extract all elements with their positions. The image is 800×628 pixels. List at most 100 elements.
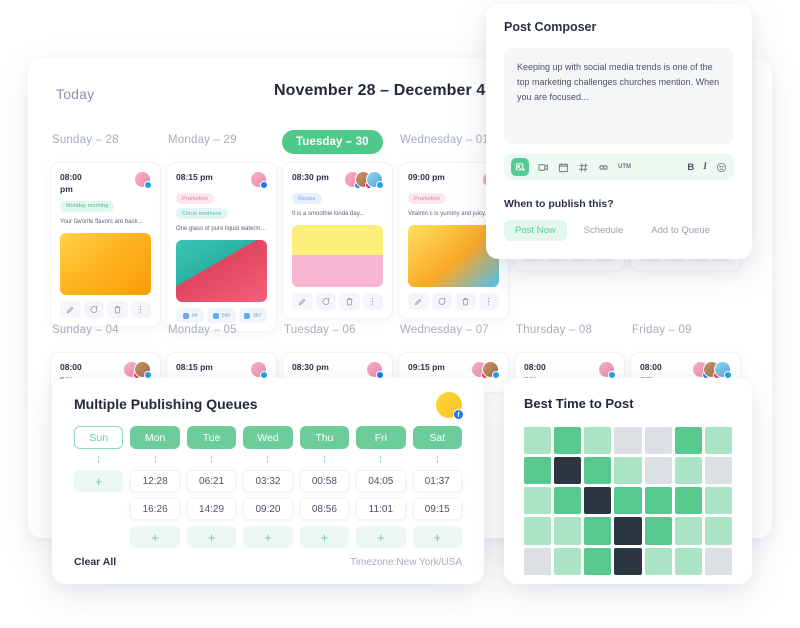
avatar[interactable] [482,361,500,379]
day-label[interactable]: Friday – 09 [630,320,694,348]
day-header[interactable]: Tuesday – 06 [282,320,397,350]
queue-day-sun[interactable]: Sun [74,426,124,449]
queue-add-time-button[interactable]: + [299,526,350,548]
avatar[interactable] [366,171,384,189]
heatmap-cell[interactable] [674,517,702,545]
queue-time-slot[interactable]: 14:29 [186,498,237,520]
day-header[interactable]: Thursday – 08 [514,320,629,350]
heatmap-cell[interactable] [704,547,732,575]
heatmap-cell[interactable] [614,517,642,545]
heatmap-cell[interactable] [584,517,612,545]
queue-add-time-button[interactable]: + [186,526,237,548]
day-label[interactable]: Wednesday – 07 [398,320,491,348]
heatmap-cell[interactable] [584,457,612,485]
queue-time-slot[interactable]: 03:32 [243,470,293,492]
queue-add-time-button[interactable]: + [74,470,124,492]
day-label[interactable]: Sunday – 04 [50,320,121,348]
day-header[interactable]: Sunday – 28 [50,130,165,160]
utm-icon[interactable]: UTM [618,164,631,170]
heatmap-cell[interactable] [674,457,702,485]
avatar[interactable] [250,361,268,379]
heatmap-cell[interactable] [554,427,582,455]
heatmap-cell[interactable] [704,487,732,515]
emoji-icon[interactable] [716,162,727,173]
heatmap-cell[interactable] [524,457,552,485]
queue-time-slot[interactable]: 00:58 [299,470,350,492]
avatar[interactable] [366,361,384,379]
queue-time-slot[interactable]: 09:15 [412,498,462,520]
queue-day-tue[interactable]: Tue [186,426,237,449]
heatmap-cell[interactable] [584,547,612,575]
heatmap-cell[interactable] [554,517,582,545]
queue-add-time-button[interactable]: + [130,526,180,548]
comment-icon[interactable] [83,300,104,318]
heatmap-cell[interactable] [644,427,672,455]
day-header[interactable]: Sunday – 04 [50,320,165,350]
edit-icon[interactable] [60,300,81,318]
day-header[interactable]: Monday – 05 [166,320,281,350]
avatar[interactable] [714,361,732,379]
heatmap-cell[interactable] [524,517,552,545]
queue-day-wed[interactable]: Wed [243,426,293,449]
italic-button[interactable]: I [703,162,707,172]
day-label[interactable]: Tuesday – 30 [282,130,383,154]
day-label[interactable]: Monday – 29 [166,130,239,158]
composer-textarea[interactable]: Keeping up with social media trends is o… [504,48,734,144]
heatmap-cell[interactable] [524,427,552,455]
heatmap-cell[interactable] [614,427,642,455]
comment-icon[interactable] [315,293,336,310]
more-options-icon[interactable] [130,300,151,318]
queue-day-thu[interactable]: Thu [299,426,350,449]
avatar[interactable] [250,171,268,189]
day-header[interactable]: Wednesday – 07 [398,320,513,350]
post-card[interactable]: 08:15 pm Promotion Citrus madness One glas… [166,162,277,332]
avatar[interactable] [134,361,152,379]
heatmap-cell[interactable] [584,427,612,455]
queue-add-time-button[interactable]: + [412,526,462,548]
clear-all-button[interactable]: Clear All [74,556,116,568]
day-label[interactable]: Tuesday – 06 [282,320,358,348]
more-options-icon[interactable] [362,293,383,310]
queue-time-slot[interactable]: 16:26 [130,498,180,520]
day-label[interactable]: Sunday – 28 [50,130,121,158]
queue-time-slot[interactable]: 08:56 [299,498,350,520]
queue-day-mon[interactable]: Mon [130,426,180,449]
post-tag[interactable]: Promotion [176,193,214,204]
delete-icon[interactable] [107,300,128,318]
queue-time-slot[interactable]: 09:20 [243,498,293,520]
post-tag[interactable]: Monday morning [60,200,115,212]
day-label[interactable]: Monday – 05 [166,320,239,348]
heatmap-cell[interactable] [644,547,672,575]
video-icon[interactable] [538,162,549,173]
publish-option[interactable]: Add to Queue [640,220,721,241]
heatmap-cell[interactable] [584,487,612,515]
image-icon[interactable] [511,158,529,176]
post-tag[interactable]: Promotion [408,193,446,204]
heatmap-cell[interactable] [704,457,732,485]
hashtag-icon[interactable] [578,162,589,173]
heatmap-cell[interactable] [644,487,672,515]
delete-icon[interactable] [455,293,476,310]
heatmap-cell[interactable] [704,517,732,545]
heatmap-cell[interactable] [704,427,732,455]
heatmap-cell[interactable] [614,487,642,515]
heatmap-cell[interactable] [554,487,582,515]
calendar-icon[interactable] [558,162,569,173]
heatmap-cell[interactable] [554,547,582,575]
heatmap-cell[interactable] [644,457,672,485]
queue-add-time-button[interactable]: + [356,526,406,548]
edit-icon[interactable] [292,293,313,310]
queue-time-slot[interactable]: 04:05 [356,470,406,492]
publish-option[interactable]: Post Now [504,220,567,241]
publish-option[interactable]: Schedule [573,220,635,241]
delete-icon[interactable] [339,293,360,310]
link-icon[interactable] [598,162,609,173]
queue-time-slot[interactable]: 11:01 [356,498,406,520]
queue-add-time-button[interactable]: + [243,526,293,548]
day-header[interactable]: Friday – 09 [630,320,745,350]
queue-time-slot[interactable]: 01:37 [412,470,462,492]
day-header[interactable]: Monday – 29 [166,130,281,160]
comment-icon[interactable] [431,293,452,310]
heatmap-cell[interactable] [674,487,702,515]
bold-button[interactable]: B [687,162,694,173]
